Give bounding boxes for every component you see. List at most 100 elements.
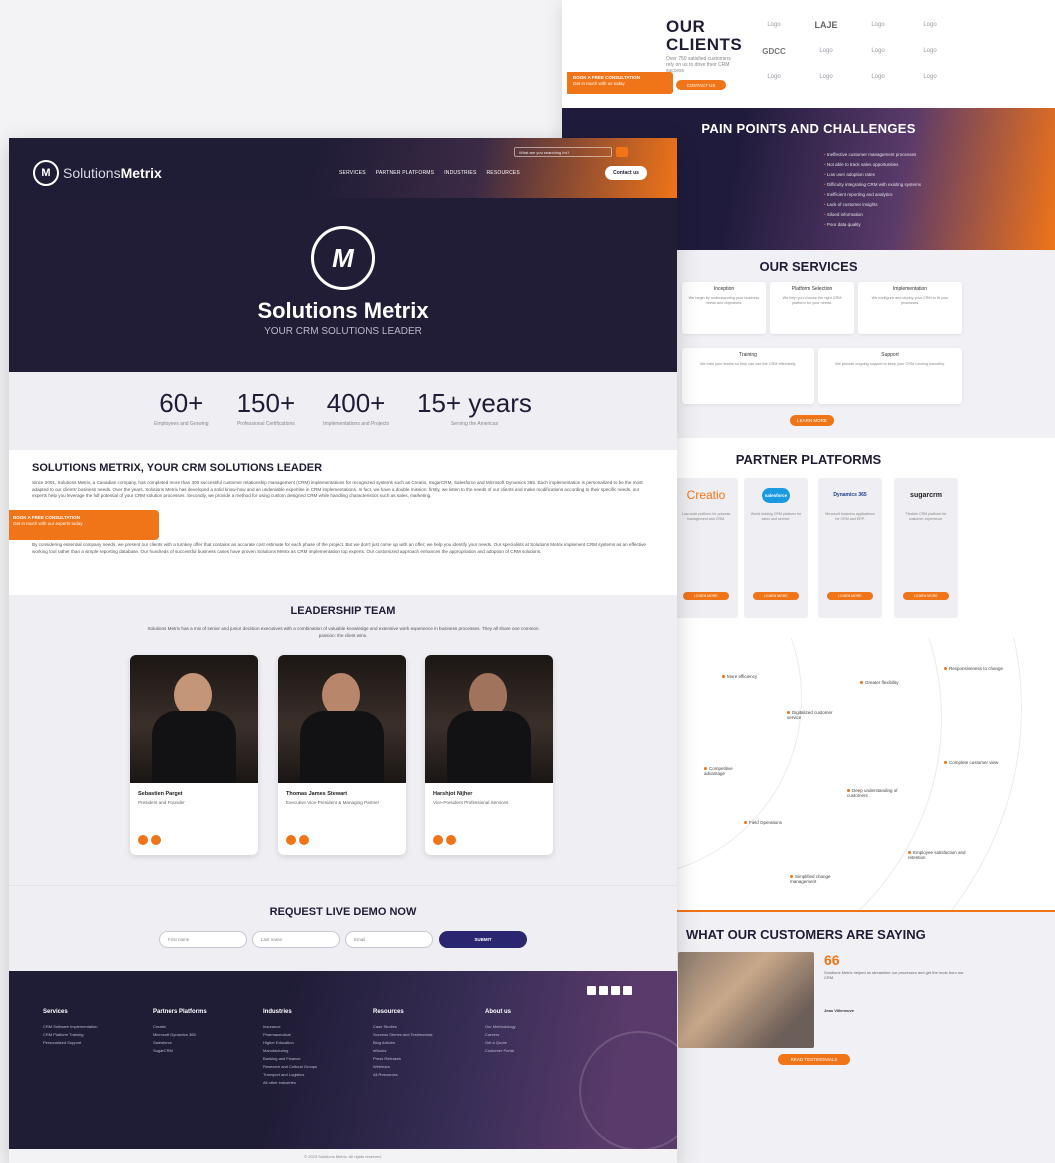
header-search-button[interactable]: [616, 147, 628, 157]
hero-tagline: YOUR CRM SOLUTIONS LEADER: [264, 326, 422, 337]
partner-card-dynamics[interactable]: Dynamics 365 Microsoft business applicat…: [818, 478, 882, 618]
partner-card-creatio[interactable]: Creatio Low-code platform for process ma…: [674, 478, 738, 618]
submit-button[interactable]: SUBMIT: [439, 931, 527, 948]
linkedin-icon[interactable]: [286, 835, 296, 845]
clients-subtitle: Over 750 satisfied customers rely on us …: [666, 56, 731, 74]
site-logo[interactable]: M Solutions Metrix: [33, 160, 162, 186]
linkedin-icon[interactable]: [433, 835, 443, 845]
footer-column-heading: Services: [43, 1009, 68, 1015]
menu-item-partner-platforms[interactable]: PARTNER PLATFORMS: [376, 170, 434, 176]
linkedin-icon[interactable]: [587, 986, 596, 995]
benefit-node: Deep understanding of customers: [847, 788, 907, 798]
partner-learn-more-button[interactable]: LEARN MORE: [827, 592, 873, 600]
service-card-implementation[interactable]: Implementation We configure and deploy y…: [858, 282, 962, 334]
footer-link[interactable]: Research and Cultural Groups: [263, 1063, 317, 1071]
footer-link[interactable]: Our Methodology: [485, 1023, 516, 1031]
service-card-inception[interactable]: Inception We begin by understanding your…: [682, 282, 766, 334]
email-input[interactable]: Email: [345, 931, 433, 948]
footer-link[interactable]: Banking and Finance: [263, 1055, 317, 1063]
footer-link[interactable]: Press Releases: [373, 1055, 433, 1063]
partner-learn-more-button[interactable]: LEARN MORE: [903, 592, 949, 600]
footer-column-partners: Partners Platforms Creatio Microsoft Dyn…: [153, 1009, 207, 1055]
footer-link[interactable]: Get a Quote: [485, 1039, 516, 1047]
linkedin-icon[interactable]: [138, 835, 148, 845]
email-icon[interactable]: [299, 835, 309, 845]
footer-link[interactable]: All other industries: [263, 1079, 317, 1087]
footer-link[interactable]: CRM Platform Training: [43, 1031, 97, 1039]
testimonials-title: WHAT OUR CUSTOMERS ARE SAYING: [686, 927, 926, 942]
footer-link[interactable]: Insurance: [263, 1023, 317, 1031]
clients-consultation-popup[interactable]: BOOK A FREE CONSULTATION Get in touch wi…: [567, 72, 673, 94]
benefit-node: Complete customer view: [944, 760, 1004, 765]
partner-learn-more-button[interactable]: LEARN MORE: [753, 592, 799, 600]
footer-link[interactable]: All Resources: [373, 1071, 433, 1079]
menu-item-industries[interactable]: INDUSTRIES: [444, 170, 476, 176]
twitter-icon[interactable]: [623, 986, 632, 995]
brand-name-light: Solutions: [63, 165, 121, 181]
footer-link[interactable]: Careers: [485, 1031, 516, 1039]
free-consultation-badge[interactable]: BOOK A FREE CONSULTATION Get in touch wi…: [9, 510, 159, 540]
footer-link[interactable]: SugarCRM: [153, 1047, 207, 1055]
benefit-node: Responsiveness to change: [944, 666, 1004, 671]
youtube-icon[interactable]: [611, 986, 620, 995]
partner-card-sugarcrm[interactable]: sugarcrm Flexible CRM platform for custo…: [894, 478, 958, 618]
partner-learn-more-button[interactable]: LEARN MORE: [683, 592, 729, 600]
pain-point-item: Not able to track sales opportunities: [824, 160, 921, 170]
testimonial-text: Solutions Metrix helped us streamline ou…: [824, 970, 964, 980]
stat-value: 400+: [326, 388, 386, 418]
services-learn-more-button[interactable]: LEARN MORE: [790, 415, 834, 426]
pain-point-item: Poor data quality: [824, 220, 921, 230]
footer-link[interactable]: Pharmaceutical: [263, 1031, 317, 1039]
menu-item-resources[interactable]: RESOURCES: [487, 170, 520, 176]
read-testimonials-button[interactable]: READ TESTIMONIALS: [778, 1054, 850, 1065]
stat-label: Serving the Americas: [450, 421, 499, 427]
footer-column-heading: About us: [485, 1009, 511, 1015]
footer-link[interactable]: Case Studies: [373, 1023, 433, 1031]
footer-link[interactable]: Customer Portal: [485, 1047, 516, 1055]
header-search-input[interactable]: What are you searching for?: [514, 147, 612, 157]
service-card-platform-selection[interactable]: Platform Selection We help you choose th…: [770, 282, 854, 334]
email-icon[interactable]: [151, 835, 161, 845]
pain-point-item: Difficulty integrating CRM with existing…: [824, 180, 921, 190]
pain-points-title: PAIN POINTS AND CHALLENGES: [701, 121, 916, 136]
clients-popup-button[interactable]: CONTACT US: [676, 80, 726, 90]
leader-name: Sebastien Parget: [138, 791, 183, 797]
footer-link[interactable]: Webinars: [373, 1063, 433, 1071]
footer-link[interactable]: eBooks: [373, 1047, 433, 1055]
service-card-support[interactable]: Support We provide ongoing support to ke…: [818, 348, 962, 404]
client-logo: Logo: [767, 22, 781, 28]
service-card-desc: We configure and deploy your CRM to fit …: [871, 296, 949, 305]
facebook-icon[interactable]: [599, 986, 608, 995]
footer-link[interactable]: Success Stories and Testimonials: [373, 1031, 433, 1039]
hero-title: Solutions Metrix: [257, 298, 429, 323]
partner-desc: World leading CRM platform for sales and…: [750, 512, 802, 521]
footer-link[interactable]: Microsoft Dynamics 365: [153, 1031, 207, 1039]
footer-link[interactable]: Creatio: [153, 1023, 207, 1031]
menu-item-services[interactable]: SERVICES: [339, 170, 366, 176]
salesforce-cloud-icon: salesforce: [761, 487, 791, 503]
service-card-training[interactable]: Training We train your teams so they can…: [682, 348, 814, 404]
footer-link[interactable]: Higher Education: [263, 1039, 317, 1047]
footer-link[interactable]: Personalized Support: [43, 1039, 97, 1047]
client-logo: Logo: [923, 22, 937, 28]
footer-link[interactable]: Blog Articles: [373, 1039, 433, 1047]
footer-link[interactable]: Transport and Logistics: [263, 1071, 317, 1079]
logo-mark-icon: M: [33, 160, 59, 186]
footer-link[interactable]: CRM Software Implementation: [43, 1023, 97, 1031]
main-menu: SERVICES PARTNER PLATFORMS INDUSTRIES RE…: [339, 170, 520, 176]
testimonial-author: Jean Villeneuve: [824, 1008, 854, 1013]
contact-us-button[interactable]: Contact us: [605, 166, 647, 180]
partner-card-salesforce[interactable]: salesforce World leading CRM platform fo…: [744, 478, 808, 618]
first-name-input[interactable]: First name: [159, 931, 247, 948]
pain-point-item: Low user adoption rates: [824, 170, 921, 180]
last-name-input[interactable]: Last name: [252, 931, 340, 948]
footer-column-industries: Industries Insurance Pharmaceutical High…: [263, 1009, 317, 1087]
footer-link[interactable]: Salesforce: [153, 1039, 207, 1047]
site-footer: Services CRM Software Implementation CRM…: [9, 971, 677, 1151]
partner-logo: sugarcrm: [910, 491, 942, 499]
pain-points-list: Ineffective customer management processe…: [824, 150, 921, 230]
stat-value: 15+ years: [417, 388, 532, 418]
footer-link[interactable]: Manufacturing: [263, 1047, 317, 1055]
leadership-title: LEADERSHIP TEAM: [290, 605, 396, 617]
email-icon[interactable]: [446, 835, 456, 845]
